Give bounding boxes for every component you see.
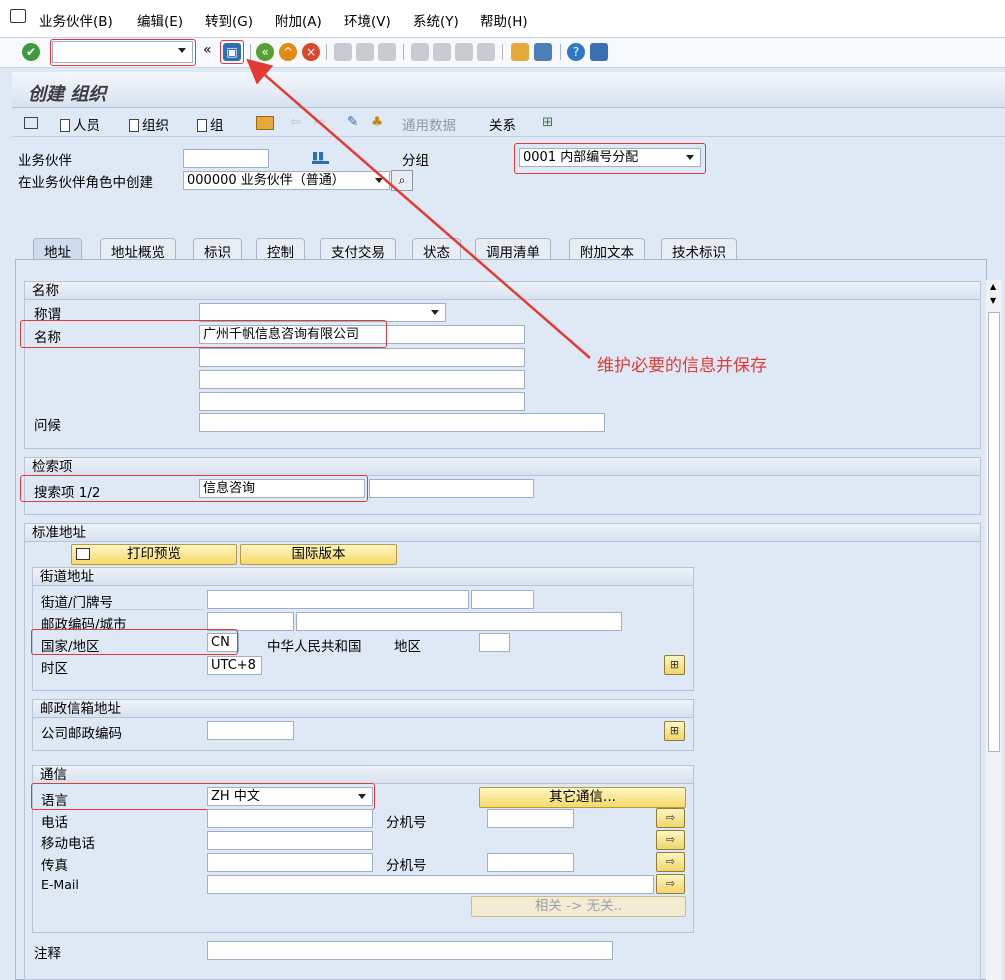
annotation-text: 维护必要的信息并保存 — [597, 356, 767, 376]
annotation-arrow — [246, 58, 591, 359]
